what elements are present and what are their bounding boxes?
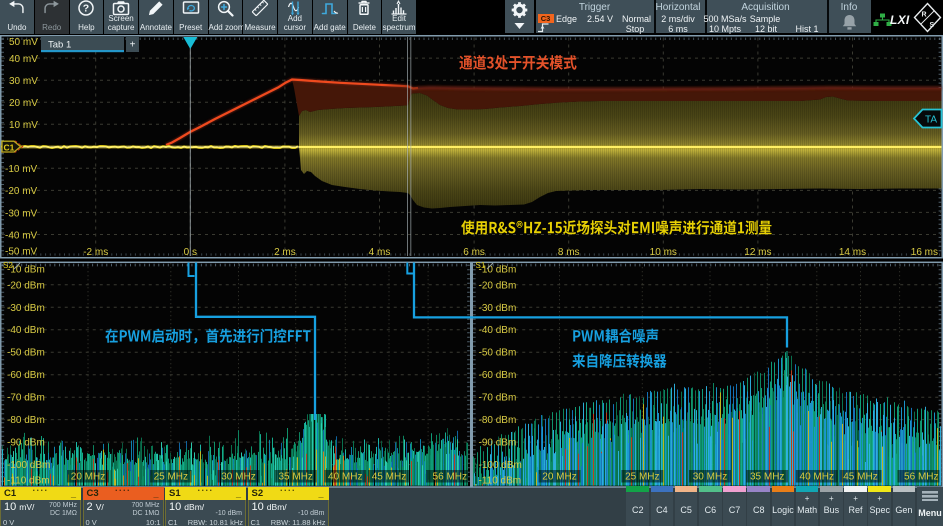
svg-text:-40 dBm: -40 dBm: [7, 325, 45, 336]
svg-text:25 MHz: 25 MHz: [154, 472, 188, 483]
svg-text:45 MHz: 45 MHz: [843, 472, 877, 483]
svg-text:20 mV: 20 mV: [9, 98, 38, 109]
svg-text:20 MHz: 20 MHz: [542, 472, 576, 483]
svg-text:-90 dBm: -90 dBm: [479, 438, 517, 449]
svg-text:-100 dBm: -100 dBm: [479, 460, 522, 471]
svg-text:40 mV: 40 mV: [9, 54, 38, 65]
svg-text:Tab 1: Tab 1: [48, 40, 71, 51]
svg-text:25 MHz: 25 MHz: [625, 472, 659, 483]
svg-text:45 MHz: 45 MHz: [372, 472, 406, 483]
svg-text:-20 dBm: -20 dBm: [479, 280, 517, 291]
svg-text:10 ms: 10 ms: [650, 247, 677, 258]
svg-text:6 ms: 6 ms: [463, 247, 485, 258]
svg-text:-80 dBm: -80 dBm: [479, 415, 517, 426]
svg-text:-50 dBm: -50 dBm: [479, 348, 517, 359]
svg-text:-70 dBm: -70 dBm: [479, 393, 517, 404]
svg-text:S2: S2: [3, 261, 13, 270]
svg-text:-90 dBm: -90 dBm: [7, 438, 45, 449]
svg-text:40 MHz: 40 MHz: [328, 472, 362, 483]
svg-text:-2 ms: -2 ms: [83, 247, 108, 258]
svg-text:-30 mV: -30 mV: [5, 208, 38, 219]
svg-text:30 mV: 30 mV: [9, 76, 38, 87]
svg-text:56 MHz: 56 MHz: [904, 472, 938, 483]
svg-text:-100 dBm: -100 dBm: [7, 460, 50, 471]
svg-text:0 s: 0 s: [184, 247, 197, 258]
svg-text:-50 mV: -50 mV: [5, 247, 38, 258]
svg-text:14 ms: 14 ms: [839, 247, 866, 258]
svg-text:-70 dBm: -70 dBm: [7, 393, 45, 404]
svg-text:-110 dBm: -110 dBm: [479, 476, 522, 487]
svg-text:-10 mV: -10 mV: [5, 164, 38, 175]
svg-text:TA: TA: [925, 115, 937, 126]
svg-text:-80 dBm: -80 dBm: [7, 415, 45, 426]
svg-text:35 MHz: 35 MHz: [750, 472, 784, 483]
svg-text:C1: C1: [4, 142, 15, 152]
svg-text:-60 dBm: -60 dBm: [479, 370, 517, 381]
svg-text:-40 mV: -40 mV: [5, 230, 38, 241]
svg-text:56 MHz: 56 MHz: [433, 472, 467, 483]
svg-text:4 ms: 4 ms: [369, 247, 391, 258]
svg-text:-20 mV: -20 mV: [5, 186, 38, 197]
svg-text:8 ms: 8 ms: [558, 247, 580, 258]
svg-text:30 MHz: 30 MHz: [693, 472, 727, 483]
svg-text:12 ms: 12 ms: [744, 247, 771, 258]
svg-text:10 mV: 10 mV: [9, 120, 38, 131]
svg-text:40 MHz: 40 MHz: [800, 472, 834, 483]
svg-text:16 ms: 16 ms: [911, 247, 938, 258]
svg-text:30 MHz: 30 MHz: [221, 472, 255, 483]
svg-text:-20 dBm: -20 dBm: [7, 280, 45, 291]
svg-text:-50 dBm: -50 dBm: [7, 348, 45, 359]
svg-text:S1: S1: [476, 261, 486, 270]
svg-text:-30 dBm: -30 dBm: [479, 303, 517, 314]
svg-text:-60 dBm: -60 dBm: [7, 370, 45, 381]
svg-text:50 mV: 50 mV: [9, 37, 38, 48]
svg-text:+: +: [130, 40, 136, 51]
svg-text:35 MHz: 35 MHz: [278, 472, 312, 483]
svg-text:2 ms: 2 ms: [274, 247, 296, 258]
svg-text:-30 dBm: -30 dBm: [7, 303, 45, 314]
svg-text:20 MHz: 20 MHz: [71, 472, 105, 483]
svg-text:-40 dBm: -40 dBm: [479, 325, 517, 336]
